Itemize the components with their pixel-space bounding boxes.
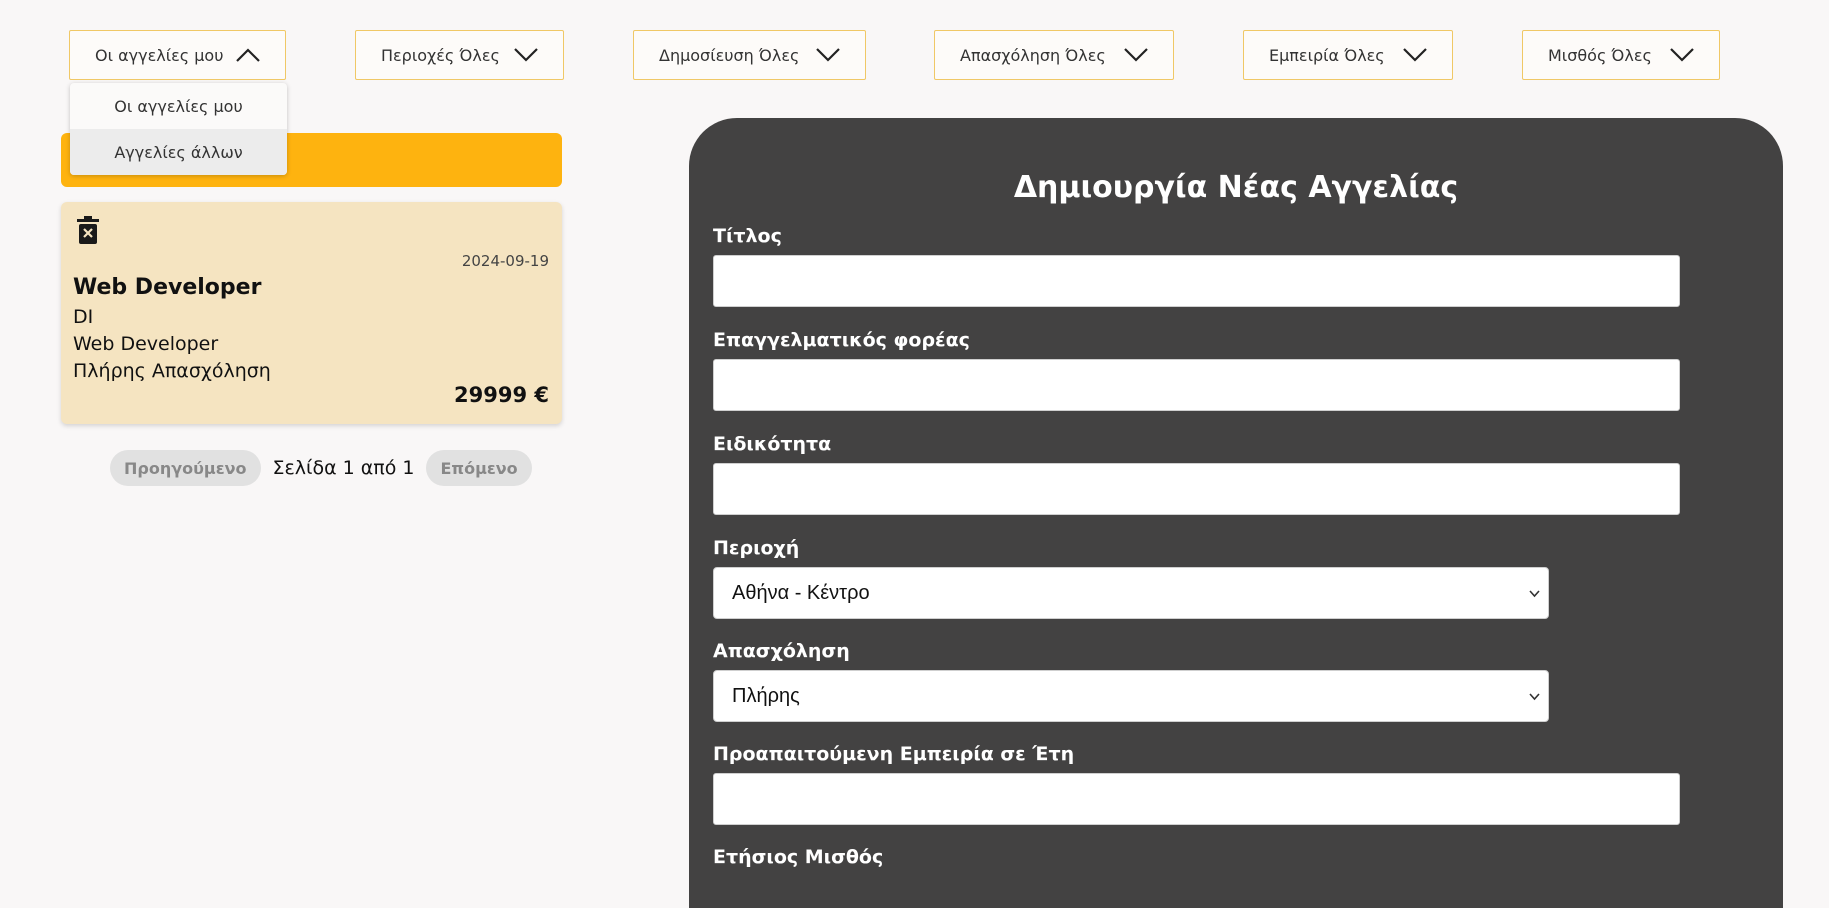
title-field-label: Τίτλος: [713, 225, 782, 247]
dropdown-option-others-ads[interactable]: Αγγελίες άλλων: [70, 129, 287, 175]
chevron-down-icon: [816, 48, 840, 62]
region-select[interactable]: Αθήνα - Κέντρο: [713, 567, 1549, 619]
select-chevron-down-icon: [1529, 590, 1540, 598]
title-input[interactable]: [713, 255, 1680, 307]
experience-field-label: Προαπαιτούμενη Εμπειρία σε Έτη: [713, 743, 1075, 765]
chevron-down-icon: [1124, 48, 1148, 62]
chevron-down-icon: [514, 48, 538, 62]
chevron-down-icon: [1403, 48, 1427, 62]
region-select-value: Αθήνα - Κέντρο: [732, 581, 870, 604]
select-chevron-down-icon: [1529, 693, 1540, 701]
experience-filter-label: Εμπειρία Όλες: [1269, 45, 1385, 65]
dropdown-option-my-ads[interactable]: Οι αγγελίες μου: [70, 83, 287, 129]
specialty-input[interactable]: [713, 463, 1680, 515]
specialty-field-label: Ειδικότητα: [713, 433, 832, 455]
region-field-label: Περιοχή: [713, 537, 800, 559]
salary-filter-button[interactable]: Μισθός Όλες: [1522, 30, 1720, 80]
job-ad-specialty: Web Developer: [73, 333, 219, 355]
published-filter-button[interactable]: Δημοσίευση Όλες: [633, 30, 866, 80]
employment-select-value: Πλήρης: [732, 684, 800, 707]
salary-field-label: Ετήσιος Μισθός: [713, 846, 884, 868]
employment-select[interactable]: Πλήρης: [713, 670, 1549, 722]
salary-filter-label: Μισθός Όλες: [1548, 45, 1652, 65]
regions-filter-button[interactable]: Περιοχές Όλες: [355, 30, 564, 80]
job-ad-title: Web Developer: [73, 275, 262, 300]
create-ad-form-panel: Δημιουργία Νέας Αγγελίας Τίτλος Επαγγελμ…: [689, 118, 1783, 908]
job-ad-card[interactable]: 2024-09-19 Web Developer DI Web Develope…: [61, 202, 562, 424]
previous-page-button[interactable]: Προηγούμενο: [110, 450, 261, 486]
chevron-up-icon: [236, 48, 260, 62]
next-page-button[interactable]: Επόμενο: [426, 450, 532, 486]
page-info: Σελίδα 1 από 1: [272, 457, 415, 479]
published-filter-label: Δημοσίευση Όλες: [659, 45, 800, 65]
job-ad-company: DI: [73, 306, 94, 328]
my-ads-filter-label: Οι αγγελίες μου: [95, 45, 224, 65]
company-input[interactable]: [713, 359, 1680, 411]
company-field-label: Επαγγελματικός φορέας: [713, 329, 970, 351]
regions-filter-label: Περιοχές Όλες: [381, 45, 500, 65]
job-ad-date: 2024-09-19: [461, 252, 549, 270]
experience-input[interactable]: [713, 773, 1680, 825]
job-ad-salary: 29999 €: [454, 383, 549, 407]
experience-filter-button[interactable]: Εμπειρία Όλες: [1243, 30, 1453, 80]
employment-field-label: Απασχόληση: [713, 640, 850, 662]
chevron-down-icon: [1670, 48, 1694, 62]
trash-x-icon[interactable]: [77, 216, 99, 244]
employment-filter-button[interactable]: Απασχόληση Όλες: [934, 30, 1174, 80]
my-ads-dropdown-menu: Οι αγγελίες μου Αγγελίες άλλων: [70, 83, 287, 175]
employment-filter-label: Απασχόληση Όλες: [960, 45, 1106, 65]
form-title: Δημιουργία Νέας Αγγελίας: [1013, 170, 1459, 205]
my-ads-filter-button[interactable]: Οι αγγελίες μου: [69, 30, 286, 80]
pagination: Προηγούμενο Σελίδα 1 από 1 Επόμενο: [110, 450, 532, 486]
job-ad-employment: Πλήρης Απασχόληση: [73, 360, 271, 382]
